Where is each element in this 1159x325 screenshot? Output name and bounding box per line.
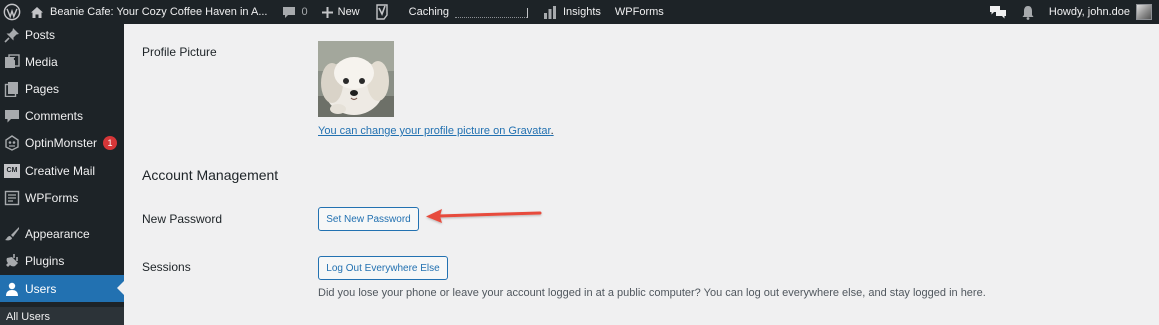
users-submenu: All Users (0, 307, 124, 325)
caching-graph (453, 0, 529, 24)
howdy-label: Howdy, john.doe (1048, 6, 1130, 18)
sidebar-item-label: Posts (25, 27, 56, 42)
comment-icon (4, 108, 20, 124)
chat-bubbles-icon[interactable] (982, 0, 1014, 24)
profile-picture-label: Profile Picture (142, 45, 217, 59)
sidebar-item-label: Pages (25, 81, 60, 96)
optinmonster-icon (4, 134, 20, 151)
yoast-icon[interactable] (367, 0, 397, 24)
admin-bar: Beanie Cafe: Your Cozy Coffee Haven in A… (0, 0, 1159, 24)
sidebar-item-label: Media (25, 54, 58, 69)
red-arrow-annotation (426, 209, 542, 223)
pages-icon (4, 81, 20, 97)
plus-icon (321, 6, 333, 18)
account-management-heading: Account Management (142, 167, 279, 183)
sidebar-item-optinmonster[interactable]: OptinMonster 1 (0, 129, 124, 156)
caching-label: Caching (408, 6, 449, 18)
creative-mail-icon: CM (4, 163, 20, 179)
log-out-everywhere-button[interactable]: Log Out Everywhere Else (318, 256, 448, 280)
new-content-link[interactable]: New (315, 0, 367, 24)
gravatar-link[interactable]: You can change your profile picture on G… (318, 125, 554, 137)
plug-icon (4, 253, 20, 269)
comment-bubble-icon (282, 6, 296, 19)
sidebar-item-plugins[interactable]: Plugins (0, 247, 124, 274)
sidebar-item-creative-mail[interactable]: CM Creative Mail (0, 157, 124, 184)
sidebar-item-comments[interactable]: Comments (0, 102, 124, 129)
sidebar-item-label: OptinMonster (25, 135, 98, 150)
admin-sidebar: Posts Media Pages Comments OptinMonster … (0, 24, 124, 325)
sidebar-item-label: Plugins (25, 253, 65, 268)
sidebar-item-label: Comments (25, 108, 84, 123)
sidebar-item-posts[interactable]: Posts (0, 21, 124, 48)
set-new-password-button[interactable]: Set New Password (318, 207, 419, 231)
site-name: Beanie Cafe: Your Cozy Coffee Haven in A… (50, 6, 268, 18)
insights-menu[interactable]: Insights (536, 0, 608, 24)
brush-icon (4, 226, 20, 242)
sidebar-item-label: Appearance (25, 226, 90, 241)
notifications-bell-icon[interactable] (1014, 0, 1042, 24)
notification-badge: 1 (103, 135, 118, 150)
avatar (1136, 4, 1152, 20)
new-password-label: New Password (142, 212, 223, 226)
sidebar-item-appearance[interactable]: Appearance (0, 220, 124, 247)
sidebar-item-wpforms[interactable]: WPForms (0, 184, 124, 211)
bar-chart-icon (543, 5, 557, 19)
user-icon (4, 281, 20, 297)
sidebar-item-label: Creative Mail (25, 163, 96, 178)
comments-count: 0 (301, 6, 308, 18)
profile-picture (318, 41, 394, 117)
sessions-label: Sessions (142, 260, 191, 274)
sidebar-item-label: Users (25, 281, 57, 296)
caching-menu[interactable]: Caching (397, 0, 536, 24)
home-icon (30, 6, 44, 19)
wpforms-label: WPForms (614, 6, 664, 18)
wpforms-menu[interactable]: WPForms (608, 0, 671, 24)
comments-link[interactable]: 0 (275, 0, 315, 24)
sessions-description: Did you lose your phone or leave your ac… (318, 287, 986, 299)
media-icon (4, 53, 20, 70)
sidebar-item-label: WPForms (25, 190, 79, 205)
pin-icon (4, 27, 20, 43)
submenu-item-all-users[interactable]: All Users (6, 311, 50, 323)
insights-label: Insights (563, 6, 601, 18)
sidebar-item-media[interactable]: Media (0, 48, 124, 75)
sidebar-item-pages[interactable]: Pages (0, 75, 124, 102)
new-label: New (337, 6, 360, 18)
sidebar-item-users[interactable]: Users (0, 275, 124, 302)
account-menu[interactable]: Howdy, john.doe (1042, 0, 1159, 24)
wpforms-icon (4, 190, 20, 206)
